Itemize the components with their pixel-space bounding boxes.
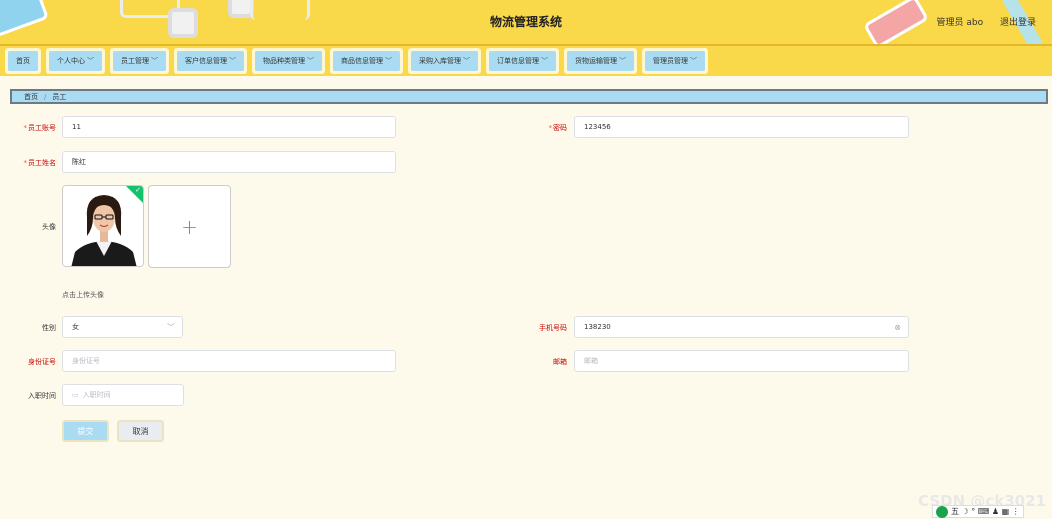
ime-toolbar[interactable]: 五 ☽ ° ⌨ ♟ ▦ ⋮ (932, 505, 1024, 518)
nav-item-shipping-management[interactable]: 货物运输管理 ﹀ (564, 48, 637, 74)
nav-item-label: 员工管理 (121, 57, 149, 65)
ime-logo-icon (936, 505, 948, 518)
nav-item-home[interactable]: 首页 (5, 48, 41, 74)
current-user-label: 管理员 abo (936, 18, 984, 28)
check-icon: ✓ (135, 186, 141, 194)
nav-item-label: 物品种类管理 (263, 57, 305, 65)
submit-button[interactable]: 提交 (62, 420, 109, 442)
nav-item-customer-management[interactable]: 客户信息管理 ﹀ (174, 48, 247, 74)
gender-label: 性别 (42, 324, 56, 332)
email-label: 邮箱 (553, 358, 567, 366)
nav-item-label: 商品信息管理 (341, 57, 383, 65)
password-field[interactable]: 123456 (574, 116, 909, 138)
breadcrumb-current: 员工 (52, 92, 67, 101)
nav-item-label: 客户信息管理 (185, 57, 227, 65)
avatar-preview[interactable]: ✓ (62, 185, 144, 267)
breadcrumb-home[interactable]: 首页 (24, 92, 38, 102)
ime-toolbar-label: 五 ☽ ° ⌨ ♟ ▦ ⋮ (951, 507, 1020, 516)
chevron-down-icon: ﹀ (307, 57, 314, 65)
chevron-down-icon: ﹀ (151, 57, 158, 65)
app-title: 物流管理系统 (489, 15, 562, 29)
nav-item-label: 采购入库管理 (419, 57, 461, 65)
chevron-down-icon: ﹀ (87, 57, 94, 65)
nav-item-product-management[interactable]: 商品信息管理 ﹀ (330, 48, 403, 74)
nav-item-purchase-management[interactable]: 采购入库管理 ﹀ (408, 48, 481, 74)
id-card-label: 身份证号 (28, 358, 56, 366)
avatar-upload-hint: 点击上传头像 (62, 291, 104, 299)
nav-item-personal-center[interactable]: 个人中心 ﹀ (46, 48, 105, 74)
chevron-down-icon: ﹀ (167, 322, 175, 332)
header: 物流管理系统 管理员 abo 退出登录 (0, 0, 1052, 44)
avatar-photo (63, 186, 143, 266)
phone-field[interactable]: 138230 ⊗ (574, 316, 909, 338)
account-field[interactable]: 11 (62, 116, 396, 138)
top-nav: 首页 个人中心 ﹀ 员工管理 ﹀ 客户信息管理 ﹀ 物品种类管理 ﹀ 商品信息管理 ﹀ 采… (0, 46, 1052, 76)
chevron-down-icon: ﹀ (690, 57, 697, 65)
avatar-label: 头像 (42, 223, 56, 231)
nav-item-label: 管理员管理 (653, 57, 688, 65)
account-label: *员工账号 (23, 124, 57, 132)
nav-item-order-management[interactable]: 订单信息管理 ﹀ (486, 48, 559, 74)
breadcrumb: 首页 / 员工 (10, 89, 1048, 104)
nav-item-admin-management[interactable]: 管理员管理 ﹀ (642, 48, 708, 74)
chevron-down-icon: ﹀ (541, 57, 548, 65)
chevron-down-icon: ﹀ (385, 57, 392, 65)
nav-item-label: 货物运输管理 (575, 57, 617, 65)
nav-item-label: 首页 (16, 57, 30, 65)
chevron-down-icon: ﹀ (619, 57, 626, 65)
password-label: *密码 (548, 124, 568, 132)
logout-link[interactable]: 退出登录 (1000, 18, 1036, 28)
clear-icon[interactable]: ⊗ (894, 323, 901, 332)
breadcrumb-separator: / (44, 92, 47, 101)
email-field[interactable]: 邮箱 (574, 350, 909, 372)
nav-item-label: 订单信息管理 (497, 57, 539, 65)
chevron-down-icon: ﹀ (463, 57, 470, 65)
header-user-area: 管理员 abo 退出登录 (923, 15, 1037, 28)
nav-item-category-management[interactable]: 物品种类管理 ﹀ (252, 48, 325, 74)
chevron-down-icon: ﹀ (229, 57, 236, 65)
cancel-button[interactable]: 取消 (117, 420, 164, 442)
calendar-icon: ▭ (72, 391, 79, 399)
hire-date-picker[interactable]: ▭ 入职时间 (62, 384, 184, 406)
plus-icon: + (181, 214, 198, 239)
gender-select[interactable]: 女 ﹀ (62, 316, 183, 338)
hire-date-label: 入职时间 (28, 392, 56, 400)
id-card-field[interactable]: 身份证号 (62, 350, 396, 372)
name-field[interactable]: 陈红 (62, 151, 396, 173)
nav-item-employee-management[interactable]: 员工管理 ﹀ (110, 48, 169, 74)
nav-item-label: 个人中心 (57, 57, 85, 65)
avatar-upload-button[interactable]: + (148, 185, 231, 268)
phone-label: 手机号码 (539, 324, 567, 332)
name-label: *员工姓名 (23, 159, 57, 167)
